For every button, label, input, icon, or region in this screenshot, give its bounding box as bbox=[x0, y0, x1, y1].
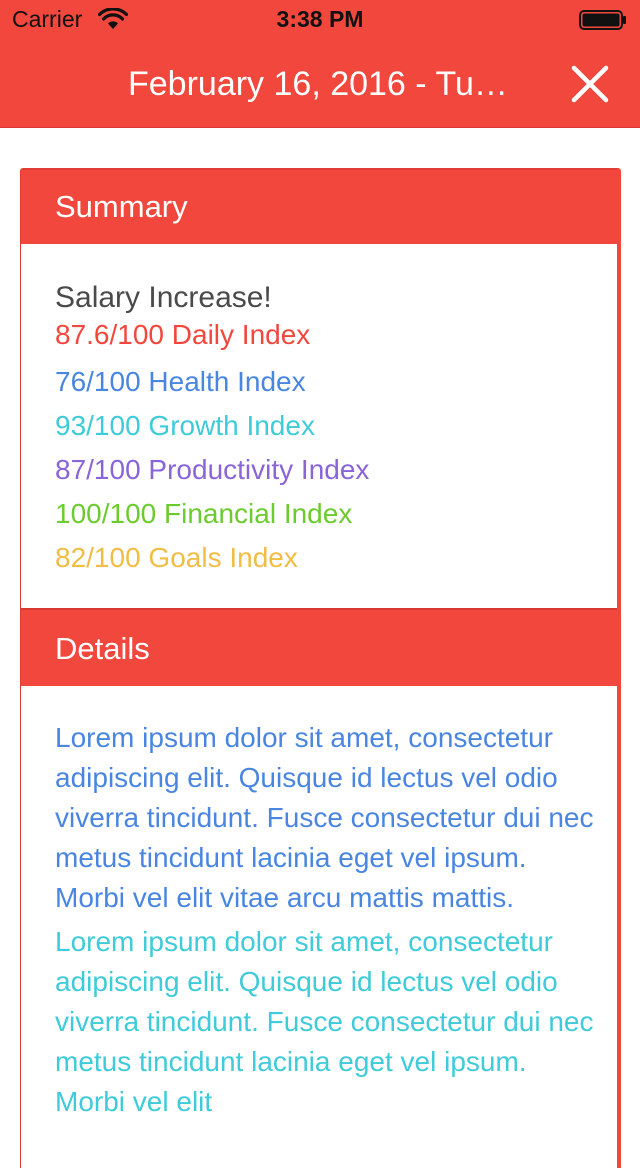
close-button[interactable] bbox=[566, 60, 614, 108]
close-icon bbox=[571, 65, 609, 103]
page-title: February 16, 2016 - Tuesday bbox=[128, 65, 520, 103]
summary-body: Salary Increase! 87.6/100 Daily Index 76… bbox=[55, 280, 605, 580]
day-card: Summary Salary Increase! 87.6/100 Daily … bbox=[20, 168, 621, 1168]
details-body: Lorem ipsum dolor sit amet, consectetur … bbox=[55, 718, 603, 1126]
health-index: 76/100 Health Index bbox=[55, 366, 306, 397]
battery-icon bbox=[579, 10, 626, 30]
details-paragraph: Lorem ipsum dolor sit amet, consectetur … bbox=[55, 722, 594, 913]
financial-index: 100/100 Financial Index bbox=[55, 498, 353, 529]
status-time: 3:38 PM bbox=[276, 6, 364, 32]
summary-header: Summary bbox=[21, 170, 617, 244]
growth-index: 93/100 Growth Index bbox=[55, 410, 315, 441]
summary-headline: Salary Increase! bbox=[55, 281, 272, 314]
nav-bar: February 16, 2016 - Tuesday bbox=[0, 40, 640, 128]
details-paragraph: Lorem ipsum dolor sit amet, consectetur … bbox=[55, 926, 594, 1117]
status-bar: Carrier 3:38 PM bbox=[0, 0, 640, 40]
daily-index: 87.6/100 Daily Index bbox=[55, 319, 311, 350]
details-header: Details bbox=[21, 608, 617, 686]
productivity-index: 87/100 Productivity Index bbox=[55, 454, 370, 485]
goals-index: 82/100 Goals Index bbox=[55, 542, 298, 573]
